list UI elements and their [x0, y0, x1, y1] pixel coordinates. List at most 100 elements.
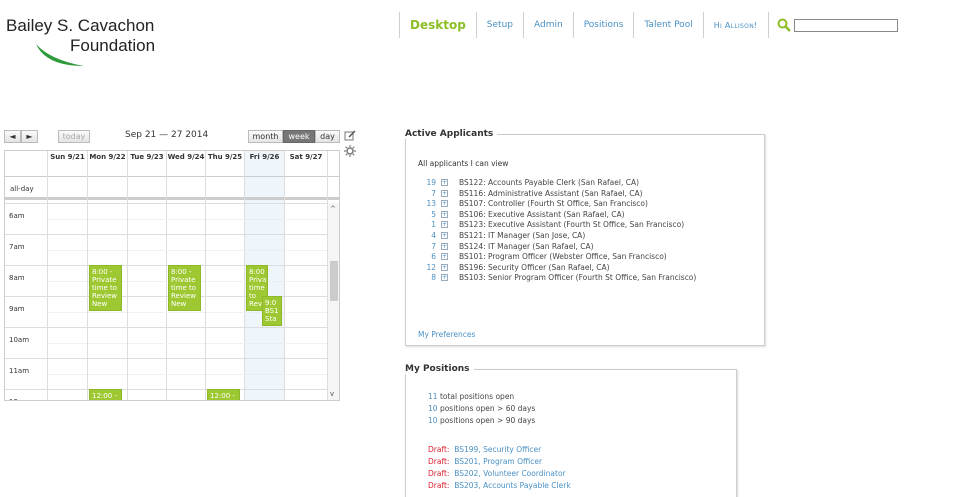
position-link[interactable]: BS101: Program Officer (Webster Office, … — [459, 252, 667, 261]
expand-icon[interactable]: + — [441, 200, 448, 208]
week-view-button[interactable]: week — [283, 130, 315, 143]
nav-user-greeting[interactable]: Hi Allison! — [702, 12, 768, 38]
nav-talent-pool[interactable]: Talent Pool — [633, 12, 702, 38]
month-view-button[interactable]: month — [248, 130, 283, 143]
day-header-sun: Sun 9/21 — [47, 151, 87, 177]
applicant-count[interactable]: 5 — [418, 210, 436, 219]
my-positions-title: My Positions — [405, 364, 474, 374]
applicant-count[interactable]: 7 — [418, 189, 436, 198]
event-fri-9am[interactable]: 9:0 BS1 Sta — [262, 296, 282, 326]
expand-icon[interactable]: + — [441, 210, 448, 218]
nav-setup[interactable]: Setup — [475, 12, 523, 38]
position-link[interactable]: BS106: Executive Assistant (San Rafael, … — [459, 210, 625, 219]
today-button[interactable]: today — [58, 130, 90, 143]
top-nav: Desktop Setup Admin Positions Talent Poo… — [399, 12, 898, 38]
time-grid[interactable]: 6am 7am 8am 9am 10am 11am 12pm 8:00 - Pr… — [5, 203, 339, 400]
position-link[interactable]: BS116: Administrative Assistant (San Raf… — [459, 189, 643, 198]
event-wed-8am[interactable]: 8:00 - Private time to Review New — [168, 265, 201, 311]
expand-icon[interactable]: + — [441, 274, 448, 282]
expand-icon[interactable]: + — [441, 242, 448, 250]
search-icon[interactable] — [777, 18, 791, 32]
calendar-header-row: Sun 9/21 Mon 9/22 Tue 9/23 Wed 9/24 Thu … — [5, 151, 339, 177]
search-box — [767, 12, 898, 38]
hour-row[interactable]: 7am — [5, 234, 327, 265]
scroll-thumb[interactable] — [330, 261, 338, 301]
event-mon-12pm[interactable]: 12:00 - — [89, 389, 122, 400]
day-header-mon: Mon 9/22 — [87, 151, 127, 177]
active-applicants-panel: Active Applicants All applicants I can v… — [405, 129, 765, 346]
hour-row[interactable]: 12pm — [5, 389, 327, 400]
hour-row[interactable]: 8am — [5, 265, 327, 296]
hour-label: 12pm — [9, 398, 29, 400]
stat-total-open[interactable]: 11 total positions open — [428, 392, 514, 401]
draft-position-link[interactable]: Draft: BS203, Accounts Payable Clerk — [428, 481, 571, 490]
scroll-down-icon[interactable]: v — [330, 390, 334, 398]
date-range: Sep 21 — 27 2014 — [125, 130, 209, 140]
calendar-toolbar: ◄ ► today Sep 21 — 27 2014 month week da… — [4, 130, 340, 143]
day-view-button[interactable]: day — [315, 130, 340, 143]
expand-icon[interactable]: + — [441, 179, 448, 186]
position-link[interactable]: BS123: Executive Assistant (Fourth St Of… — [459, 220, 684, 229]
applicants-scope-label: All applicants I can view — [418, 159, 509, 168]
hour-label: 8am — [9, 274, 25, 282]
day-header-wed: Wed 9/24 — [166, 151, 205, 177]
position-link[interactable]: BS196: Security Officer (San Rafael, CA) — [459, 263, 610, 272]
week-calendar: Sun 9/21 Mon 9/22 Tue 9/23 Wed 9/24 Thu … — [4, 150, 340, 401]
hour-label: 7am — [9, 243, 25, 251]
draft-position-link[interactable]: Draft: BS199, Security Officer — [428, 445, 541, 454]
expand-icon[interactable]: + — [441, 221, 448, 229]
position-link[interactable]: BS107: Controller (Fourth St Office, San… — [459, 199, 648, 208]
hour-row[interactable]: 11am — [5, 358, 327, 389]
event-thu-12pm[interactable]: 12:00 - — [207, 389, 240, 400]
hour-label: 10am — [9, 336, 30, 344]
applicant-count[interactable]: 19 — [418, 178, 436, 187]
calendar-scrollbar[interactable]: ^ v — [327, 203, 339, 400]
nav-desktop[interactable]: Desktop — [399, 12, 476, 38]
applicant-count[interactable]: 13 — [418, 199, 436, 208]
applicant-count[interactable]: 6 — [418, 252, 436, 261]
draft-position-link[interactable]: Draft: BS202, Volunteer Coordinator — [428, 469, 566, 478]
logo-swoosh-icon — [36, 44, 84, 66]
applicant-count[interactable]: 8 — [418, 273, 436, 282]
hour-row[interactable]: 10am — [5, 327, 327, 358]
next-week-button[interactable]: ► — [21, 130, 38, 143]
hour-row[interactable]: 6am — [5, 203, 327, 234]
active-applicants-title: Active Applicants — [405, 129, 498, 139]
search-input[interactable] — [793, 18, 898, 32]
all-day-label: all-day — [10, 185, 34, 193]
prev-week-button[interactable]: ◄ — [4, 130, 21, 143]
stat-open-90[interactable]: 10 positions open > 90 days — [428, 416, 535, 425]
all-day-row[interactable]: all-day — [5, 177, 339, 200]
applicant-count[interactable]: 1 — [418, 220, 436, 229]
applicant-count[interactable]: 7 — [418, 242, 436, 251]
applicant-count[interactable]: 4 — [418, 231, 436, 240]
position-link[interactable]: BS124: IT Manager (San Rafael, CA) — [459, 242, 594, 251]
scroll-up-icon[interactable]: ^ — [330, 205, 336, 213]
day-header-fri: Fri 9/26 — [244, 151, 284, 177]
applicant-count[interactable]: 12 — [418, 263, 436, 272]
foundation-logo[interactable]: Bailey S. Cavachon Foundation — [6, 16, 166, 76]
expand-icon[interactable]: + — [441, 232, 448, 239]
nav-admin[interactable]: Admin — [523, 12, 573, 38]
my-preferences-link[interactable]: My Preferences — [418, 330, 475, 339]
day-header-tue: Tue 9/23 — [127, 151, 166, 177]
logo-line-1: Bailey S. Cavachon — [6, 16, 155, 35]
edit-icon[interactable] — [344, 130, 356, 142]
nav-positions[interactable]: Positions — [572, 12, 634, 38]
hour-label: 11am — [9, 367, 30, 375]
stat-open-60[interactable]: 10 positions open > 60 days — [428, 404, 535, 413]
expand-icon[interactable]: + — [441, 189, 448, 197]
event-mon-8am[interactable]: 8:00 - Private time to Review New — [89, 265, 122, 311]
position-link[interactable]: BS121: IT Manager (San Jose, CA) — [459, 231, 585, 240]
hour-label: 9am — [9, 305, 25, 313]
hour-label: 6am — [9, 212, 25, 220]
position-link[interactable]: BS122: Accounts Payable Clerk (San Rafae… — [459, 178, 639, 187]
expand-icon[interactable]: + — [441, 253, 448, 261]
expand-icon[interactable]: + — [441, 263, 448, 271]
position-link[interactable]: BS103: Senior Program Officer (Fourth St… — [459, 273, 696, 282]
gear-icon[interactable] — [344, 145, 356, 157]
draft-position-link[interactable]: Draft: BS201, Program Officer — [428, 457, 542, 466]
day-header-sat: Sat 9/27 — [284, 151, 327, 177]
my-positions-panel: My Positions 11 total positions open 10 … — [405, 364, 737, 497]
calendar-side-tools — [344, 130, 358, 160]
